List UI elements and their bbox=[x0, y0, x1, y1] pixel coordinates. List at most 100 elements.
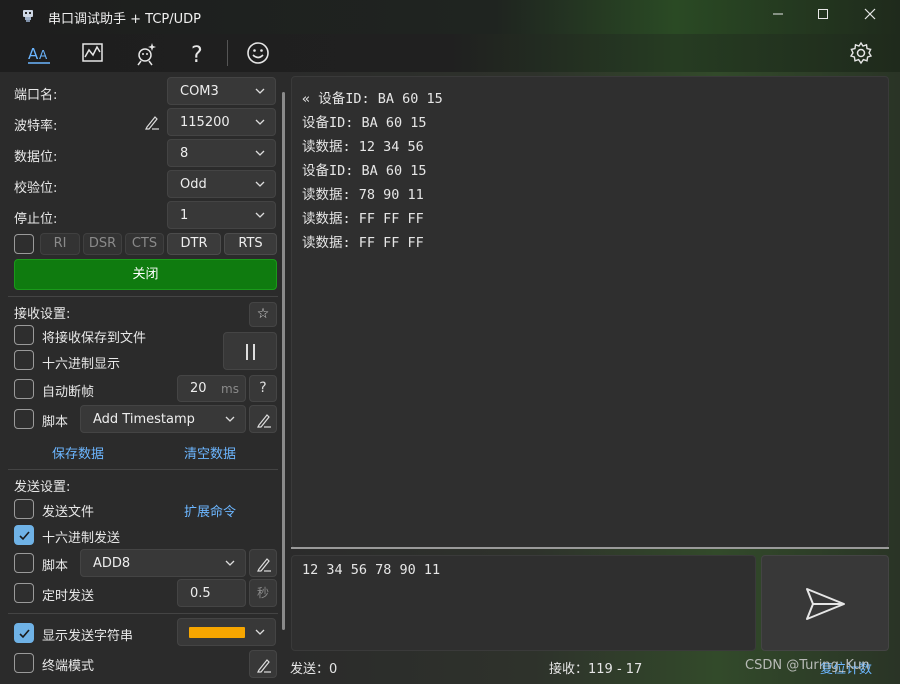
clear-data-link[interactable]: 清空数据 bbox=[184, 443, 236, 462]
gear-icon[interactable] bbox=[847, 39, 875, 67]
help-glyph: ? bbox=[191, 43, 203, 67]
app-icon bbox=[23, 10, 33, 22]
divider bbox=[8, 296, 278, 297]
auto-frame-unit: ms bbox=[221, 382, 239, 396]
chevron-down-icon bbox=[225, 560, 235, 566]
extend-command-link[interactable]: 扩展命令 bbox=[184, 501, 236, 520]
hex-send-checkbox[interactable] bbox=[14, 525, 34, 545]
send-icon bbox=[806, 588, 845, 620]
receive-line: 读数据: 78 90 11 bbox=[302, 187, 424, 203]
close-port-button[interactable]: 关闭 bbox=[14, 259, 277, 290]
send-button[interactable] bbox=[761, 555, 889, 651]
auto-frame-label: 自动断帧 bbox=[42, 385, 95, 400]
show-send-string-checkbox[interactable] bbox=[14, 623, 34, 643]
toolbar: A A ? bbox=[0, 34, 900, 72]
receive-line: 读数据: FF FF FF bbox=[302, 235, 424, 251]
receive-script-select[interactable]: Add Timestamp bbox=[80, 405, 246, 433]
cts-button[interactable]: CTS bbox=[125, 233, 164, 255]
hex-display-checkbox[interactable] bbox=[14, 350, 34, 370]
receive-line: « 设备ID: BA 60 15 bbox=[302, 91, 443, 107]
receive-script-edit-button[interactable] bbox=[249, 405, 277, 433]
auto-frame-help-button[interactable]: ? bbox=[249, 375, 277, 402]
edit-icon[interactable] bbox=[143, 113, 161, 131]
port-label: 端口名: bbox=[14, 88, 58, 103]
settings-scrollbar[interactable] bbox=[282, 92, 285, 630]
send-input[interactable]: 12 34 56 78 90 11 bbox=[291, 555, 756, 651]
ri-button[interactable]: RI bbox=[40, 233, 80, 255]
toolbar-divider bbox=[227, 40, 228, 66]
title-bar: 串口调试助手 + TCP/UDP bbox=[0, 0, 900, 34]
dsr-button[interactable]: DSR bbox=[83, 233, 122, 255]
receive-script-checkbox[interactable] bbox=[14, 409, 34, 429]
send-script-select[interactable]: ADD8 bbox=[80, 549, 246, 577]
dtr-button[interactable]: DTR bbox=[167, 233, 221, 255]
smiley-icon[interactable] bbox=[244, 39, 272, 67]
baud-select[interactable]: 115200 bbox=[167, 108, 276, 136]
timed-send-value: 0.5 bbox=[190, 586, 211, 601]
terminal-mode-checkbox[interactable] bbox=[14, 653, 34, 673]
baud-label: 波特率: bbox=[14, 119, 58, 134]
send-script-checkbox[interactable] bbox=[14, 553, 34, 573]
chevron-down-icon bbox=[255, 181, 265, 187]
watermark: CSDN @Turing_Kun bbox=[745, 658, 870, 673]
terminal-edit-button[interactable] bbox=[249, 650, 277, 678]
baud-value: 115200 bbox=[180, 115, 230, 130]
hex-send-label: 十六进制发送 bbox=[42, 531, 121, 546]
pause-icon bbox=[246, 344, 255, 360]
sent-count: 发送：0 bbox=[290, 662, 338, 677]
databits-select[interactable]: 8 bbox=[167, 139, 276, 167]
parity-select[interactable]: Odd bbox=[167, 170, 276, 198]
timed-send-label: 定时发送 bbox=[42, 589, 95, 604]
receive-line: 设备ID: BA 60 15 bbox=[302, 163, 427, 179]
rts-button[interactable]: RTS bbox=[224, 233, 277, 255]
send-script-value: ADD8 bbox=[93, 556, 131, 571]
chevron-down-icon bbox=[255, 629, 265, 635]
minimize-icon[interactable] bbox=[767, 6, 789, 26]
svg-text:A: A bbox=[39, 48, 48, 62]
auto-frame-checkbox[interactable] bbox=[14, 379, 34, 399]
auto-frame-input[interactable]: 20 ms bbox=[177, 375, 246, 402]
signals-checkbox[interactable] bbox=[14, 234, 34, 254]
timed-send-checkbox[interactable] bbox=[14, 583, 34, 603]
timed-send-input[interactable]: 0.5 bbox=[177, 579, 246, 607]
font-icon[interactable]: A A bbox=[25, 39, 53, 67]
save-to-file-checkbox[interactable] bbox=[14, 325, 34, 345]
send-script-edit-button[interactable] bbox=[249, 549, 277, 577]
databits-value: 8 bbox=[180, 146, 189, 161]
check-icon bbox=[19, 531, 30, 541]
divider bbox=[8, 613, 278, 614]
receive-area[interactable]: « 设备ID: BA 60 15 设备ID: BA 60 15 读数据: 12 … bbox=[291, 76, 889, 548]
maximize-icon[interactable] bbox=[812, 6, 834, 26]
send-color-swatch bbox=[189, 627, 245, 638]
save-data-link[interactable]: 保存数据 bbox=[52, 443, 104, 462]
close-icon[interactable] bbox=[859, 6, 881, 26]
send-file-checkbox[interactable] bbox=[14, 499, 34, 519]
receive-area-border bbox=[291, 547, 889, 549]
send-settings-title: 发送设置: bbox=[14, 480, 71, 495]
chevron-down-icon bbox=[255, 212, 265, 218]
chevron-down-icon bbox=[225, 416, 235, 422]
parity-value: Odd bbox=[180, 177, 207, 192]
port-select[interactable]: COM3 bbox=[167, 77, 276, 105]
svg-text:A: A bbox=[28, 45, 39, 63]
chart-icon[interactable] bbox=[79, 39, 107, 67]
port-value: COM3 bbox=[180, 84, 219, 99]
send-text: 12 34 56 78 90 11 bbox=[302, 562, 441, 578]
magic-icon[interactable] bbox=[132, 39, 160, 67]
hex-display-label: 十六进制显示 bbox=[42, 357, 121, 372]
terminal-mode-label: 终端模式 bbox=[42, 659, 95, 674]
received-count: 接收：119 - 17 bbox=[549, 662, 643, 677]
send-script-label: 脚本 bbox=[42, 559, 69, 574]
help-icon[interactable]: ? bbox=[184, 39, 212, 68]
divider bbox=[8, 469, 278, 470]
databits-label: 数据位: bbox=[14, 150, 58, 165]
receive-line: 读数据: 12 34 56 bbox=[302, 139, 424, 155]
pause-button[interactable] bbox=[223, 332, 277, 370]
edit-icon bbox=[257, 659, 271, 673]
star-icon[interactable]: ☆ bbox=[249, 302, 277, 327]
stopbits-select[interactable]: 1 bbox=[167, 201, 276, 229]
help-icon: ? bbox=[259, 380, 267, 396]
stopbits-value: 1 bbox=[180, 208, 189, 223]
chevron-down-icon bbox=[255, 150, 265, 156]
edit-icon bbox=[257, 414, 271, 428]
